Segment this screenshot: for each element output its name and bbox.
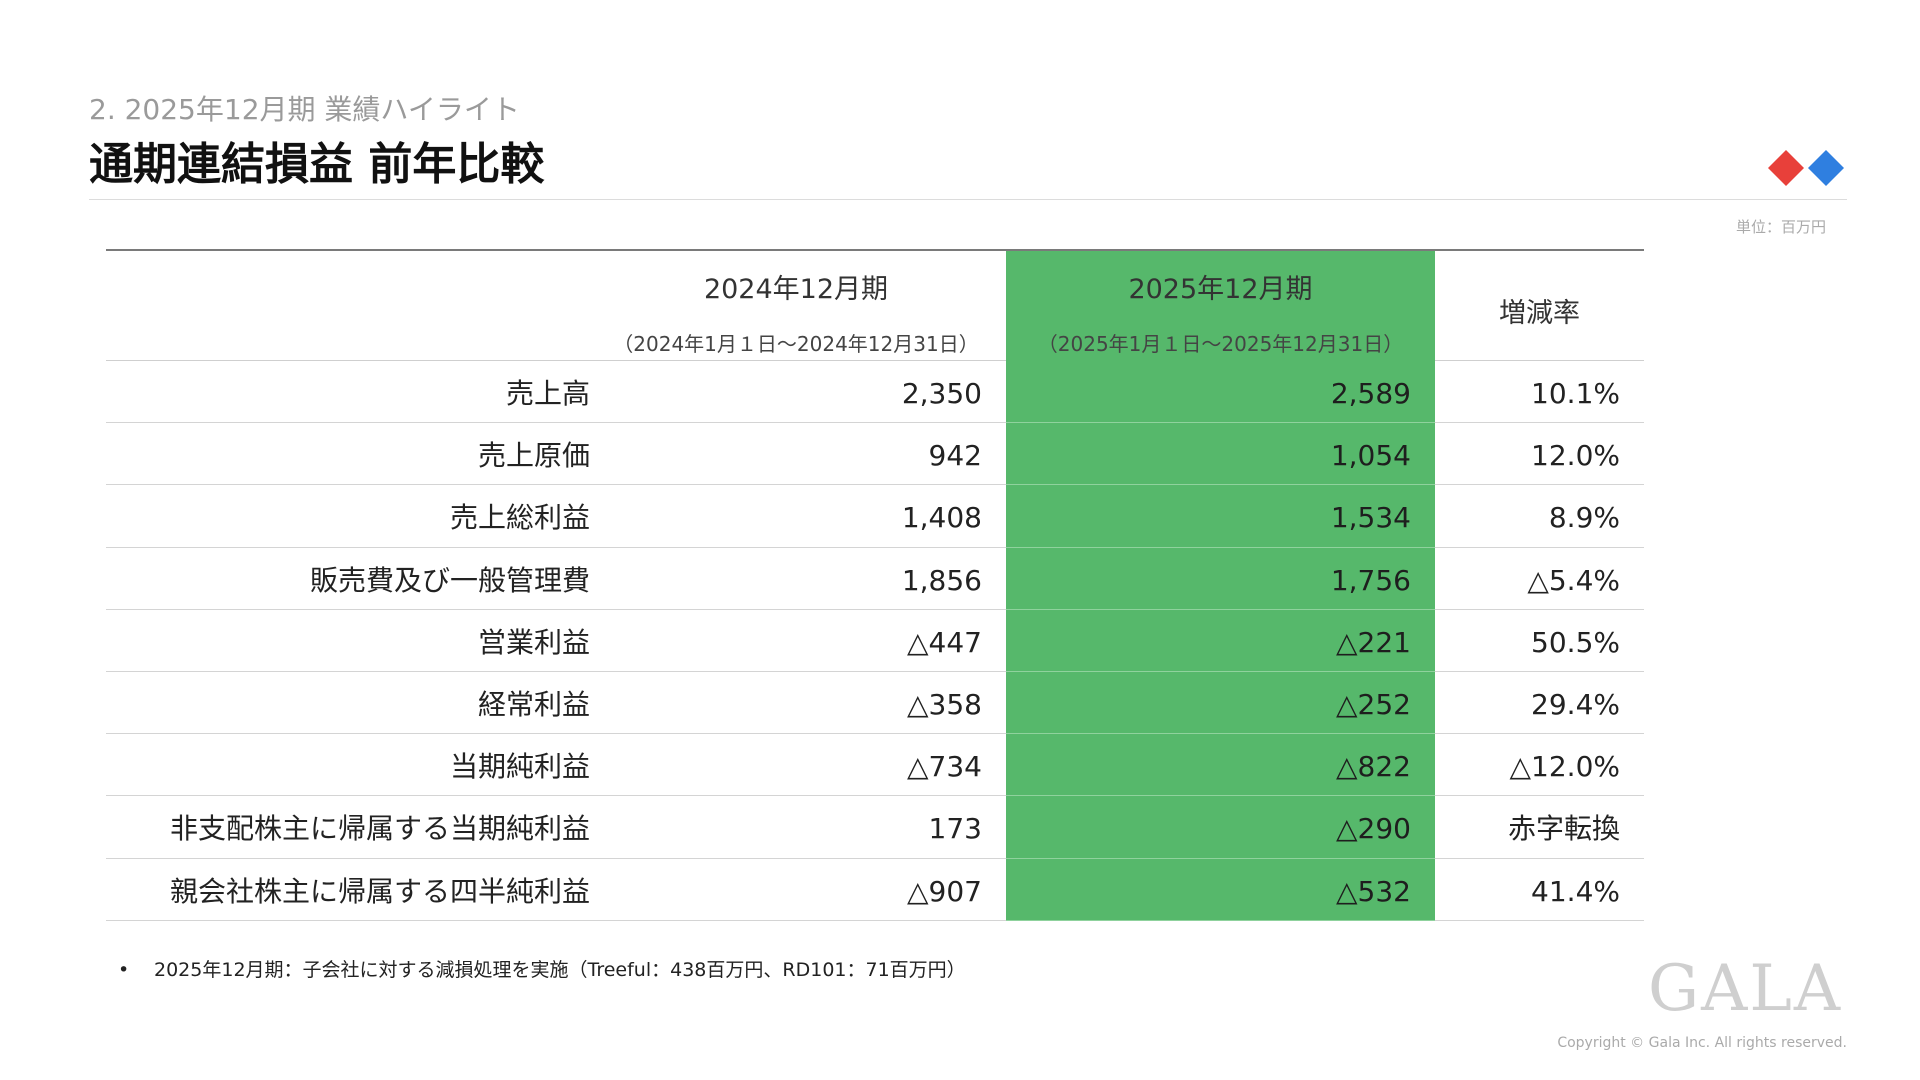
table-row: 経常利益 △358 △252 29.4%: [106, 672, 1644, 735]
value-fy2024: △907: [907, 874, 982, 908]
table-header: 2024年12月期 （2024年1月１日～2024年12月31日） 2025年1…: [106, 249, 1644, 361]
row-label: 非支配株主に帰属する当期純利益: [169, 812, 590, 846]
value-fy2025: △290: [1336, 812, 1411, 846]
row-label: 当期純利益: [449, 750, 590, 784]
value-fy2024: △447: [907, 625, 982, 659]
value-change-rate: 41.4%: [1531, 874, 1620, 908]
value-fy2025: △221: [1336, 625, 1411, 659]
row-label: 親会社株主に帰属する四半純利益: [169, 874, 590, 908]
column-title-fy2024: 2024年12月期: [703, 274, 889, 305]
row-label: 経常利益: [477, 687, 590, 721]
footnote-text: 2025年12月期：子会社に対する減損処理を実施（Treeful：438百万円、…: [154, 959, 966, 981]
row-label: 営業利益: [477, 625, 590, 659]
column-range-fy2025: （2025年1月１日～2025年12月31日）: [1037, 332, 1404, 356]
table-row: 販売費及び一般管理費 1,856 1,756 △5.4%: [106, 548, 1644, 610]
table-body: 売上高 2,350 2,589 10.1% 売上原価 942 1,054 12.0% 売上総利益…: [106, 361, 1644, 921]
value-fy2024: △734: [907, 750, 982, 784]
column-header-change-rate: 増減率: [1499, 298, 1580, 329]
row-divider: [1006, 919, 1435, 921]
value-change-rate: 赤字転換: [1507, 812, 1620, 846]
row-label: 売上高: [505, 377, 590, 410]
table-row: 親会社株主に帰属する四半純利益 △907 △532 41.4%: [106, 859, 1644, 921]
value-fy2025: △822: [1336, 750, 1411, 784]
table-row: 非支配株主に帰属する当期純利益 173 △290 赤字転換: [106, 796, 1644, 859]
table-row: 売上高 2,350 2,589 10.1%: [106, 361, 1644, 424]
value-fy2024: 942: [928, 439, 982, 473]
row-divider: [106, 919, 1006, 921]
value-fy2024: △358: [907, 687, 982, 721]
column-title-fy2025: 2025年12月期: [1128, 274, 1313, 305]
value-change-rate: △5.4%: [1527, 563, 1620, 597]
footnote-bullet: •: [118, 959, 130, 981]
logo-text: GALA: [1648, 952, 1842, 1022]
value-fy2025: △252: [1336, 687, 1411, 721]
gala-logo: GALA: [1648, 952, 1842, 1022]
brand-diamonds-icon: [1768, 150, 1844, 186]
value-fy2025: 1,054: [1330, 439, 1411, 473]
value-fy2025: △532: [1336, 874, 1411, 908]
header-divider: [89, 199, 1847, 200]
unit-label: 単位：百万円: [1735, 218, 1826, 236]
value-fy2025: 1,534: [1330, 501, 1411, 535]
value-change-rate: 12.0%: [1531, 439, 1620, 473]
value-fy2024: 173: [928, 812, 982, 846]
value-change-rate: 10.1%: [1531, 377, 1620, 410]
table-row: 当期純利益 △734 △822 △12.0%: [106, 734, 1644, 797]
value-change-rate: 8.9%: [1548, 501, 1620, 535]
table-row: 売上総利益 1,408 1,534 8.9%: [106, 485, 1644, 548]
row-divider: [1435, 919, 1644, 921]
value-fy2025: 1,756: [1330, 563, 1411, 597]
copyright-text: Copyright © Gala Inc. All rights reserve…: [1557, 1035, 1847, 1051]
value-fy2024: 1,856: [901, 563, 982, 597]
value-change-rate: △12.0%: [1509, 750, 1620, 784]
page-title: 通期連結損益 前年比較: [89, 139, 545, 190]
column-header-fy2025: 2025年12月期 （2025年1月１日～2025年12月31日）: [1006, 267, 1435, 357]
value-fy2024: 1,408: [901, 501, 982, 535]
column-range-fy2024: （2024年1月１日～2024年12月31日）: [613, 332, 979, 356]
column-header-fy2024: 2024年12月期 （2024年1月１日～2024年12月31日）: [590, 267, 1002, 357]
value-change-rate: 29.4%: [1531, 687, 1620, 721]
row-label: 売上原価: [477, 439, 590, 473]
value-change-rate: 50.5%: [1531, 625, 1620, 659]
value-fy2025: 2,589: [1330, 377, 1411, 410]
section-subtitle: 2. 2025年12月期 業績ハイライト: [89, 93, 520, 126]
table-row: 売上原価 942 1,054 12.0%: [106, 423, 1644, 486]
table-row: 営業利益 △447 △221 50.5%: [106, 610, 1644, 672]
value-fy2024: 2,350: [901, 377, 982, 410]
footnote: • 2025年12月期：子会社に対する減損処理を実施（Treeful：438百万円…: [118, 955, 966, 982]
row-label: 販売費及び一般管理費: [309, 563, 590, 597]
row-label: 売上総利益: [449, 501, 590, 535]
